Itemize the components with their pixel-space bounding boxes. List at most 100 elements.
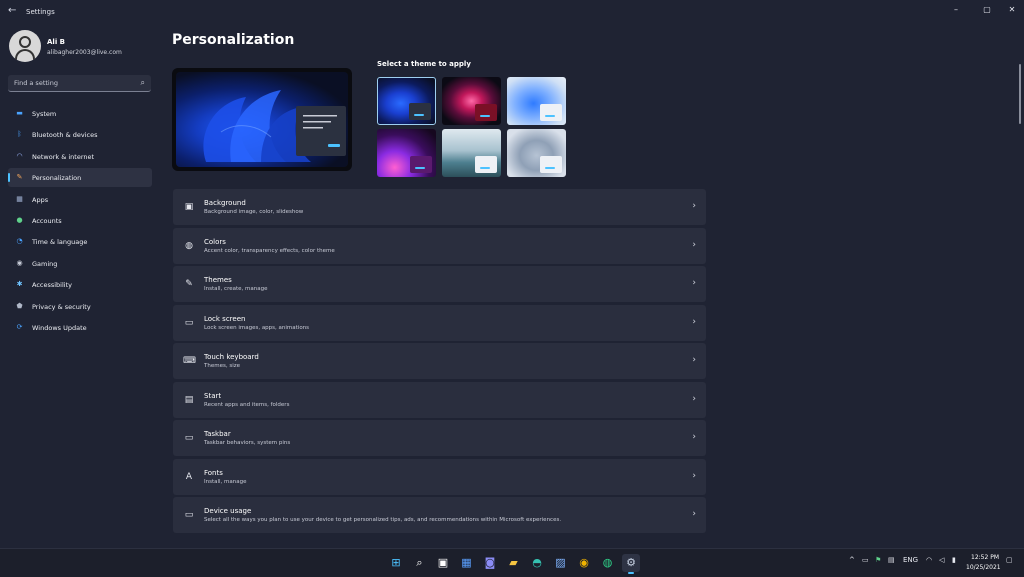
setting-row-lock-screen[interactable]: ▭ Lock screen Lock screen images, apps, an… — [173, 304, 706, 341]
theme-tile-captured-motion[interactable] — [377, 129, 436, 177]
tray-flag-icon[interactable]: ⚑ — [875, 556, 881, 564]
setting-subtitle: Select all the ways you plan to use your… — [204, 517, 562, 523]
preview-window-lines — [303, 115, 340, 147]
shield-icon: ⬟ — [16, 301, 23, 310]
clock-time[interactable]: 12:52 PM — [971, 554, 999, 561]
sidebar-item-personalization[interactable]: ✎ Personalization — [8, 168, 152, 188]
file-explorer-button[interactable]: ▰ — [505, 554, 523, 572]
sidebar-item-windows-update[interactable]: ⟳ Windows Update — [8, 318, 152, 337]
chevron-right-icon: › — [692, 355, 696, 365]
sidebar-item-network-internet[interactable]: ◠ Network & internet — [8, 147, 152, 166]
sidebar-nav: ▬ System ᛒ Bluetooth & devices ◠ Network & in… — [8, 104, 152, 339]
arrow-left-icon[interactable]: ← — [8, 5, 16, 16]
setting-subtitle: Themes, size — [204, 363, 240, 369]
wifi-icon[interactable]: ◠ — [926, 556, 932, 564]
theme-tile-flow[interactable] — [442, 129, 501, 177]
setting-subtitle: Background image, color, slideshow — [204, 209, 304, 215]
sidebar-item-privacy-security[interactable]: ⬟ Privacy & security — [8, 297, 152, 316]
setting-row-taskbar[interactable]: ▭ Taskbar Taskbar behaviors, system pins › — [173, 420, 706, 456]
sidebar-item-system[interactable]: ▬ System — [8, 104, 152, 123]
theme-mini-window — [540, 104, 562, 121]
sidebar-item-label: Apps — [32, 195, 49, 204]
page-title: Personalization — [172, 32, 295, 48]
setting-title: Fonts — [204, 468, 223, 477]
profile-email: alibagher2003@live.com — [47, 49, 122, 56]
sidebar-item-gaming[interactable]: ◉ Gaming — [8, 254, 152, 273]
theme-mini-window — [475, 156, 497, 173]
teams-chat-button[interactable]: ◙ — [481, 554, 499, 572]
setting-subtitle: Accent color, transparency effects, colo… — [204, 247, 335, 254]
theme-heading: Select a theme to apply — [377, 60, 471, 68]
window-title: Settings — [26, 8, 55, 16]
sidebar-item-apps[interactable]: ▦ Apps — [8, 190, 152, 209]
brush-icon: ✎ — [16, 173, 23, 182]
folder-icon: ▰ — [509, 556, 518, 569]
chevron-right-icon: › — [692, 509, 696, 519]
setting-row-colors[interactable]: ◍ Colors Accent color, transparency effect… — [173, 227, 706, 264]
widgets-icon: ▦ — [461, 556, 472, 569]
gear-icon: ⚙ — [626, 556, 636, 569]
theme-tile-windows-dark[interactable] — [377, 77, 436, 125]
sidebar-item-bluetooth-devices[interactable]: ᛒ Bluetooth & devices — [8, 125, 152, 144]
avatar[interactable] — [9, 30, 41, 62]
volume-icon[interactable]: ◁ — [939, 556, 944, 564]
settings-app-button[interactable]: ⚙ — [622, 554, 640, 574]
search-input[interactable] — [14, 78, 129, 88]
search-button[interactable]: ⌕ — [411, 554, 429, 572]
notifications-icon[interactable]: ▢ — [1006, 556, 1013, 564]
profile-name: Ali B — [47, 38, 65, 46]
setting-title: Background — [204, 199, 246, 207]
setting-row-start[interactable]: ▤ Start Recent apps and items, folders › — [173, 381, 706, 418]
search-box[interactable]: ⌕ — [8, 75, 151, 92]
photos-button[interactable]: ▨ — [552, 554, 570, 572]
language-indicator[interactable]: ENG — [903, 556, 918, 564]
sidebar-item-label: Network & internet — [32, 152, 95, 161]
minimize-button[interactable]: – — [948, 4, 964, 16]
chevron-right-icon: › — [692, 239, 696, 250]
theme-tile-sunrise[interactable] — [507, 129, 566, 177]
chrome-icon: ◉ — [579, 556, 589, 569]
widgets-button[interactable]: ▦ — [458, 554, 476, 572]
setting-row-themes[interactable]: ✎ Themes Install, create, manage › — [173, 266, 706, 302]
avatar-body — [15, 49, 35, 62]
theme-tile-glow[interactable] — [442, 77, 501, 125]
taskbar-icon: ▭ — [184, 433, 194, 443]
setting-row-background[interactable]: ▣ Background Background image, color, slid… — [173, 189, 706, 225]
sidebar-item-time-language[interactable]: ◔ Time & language — [8, 232, 152, 251]
theme-tile-windows-light[interactable] — [507, 77, 566, 125]
scrollbar[interactable] — [1019, 64, 1021, 124]
app-button[interactable]: ◍ — [599, 554, 617, 572]
theme-mini-window — [540, 156, 562, 173]
start-button[interactable]: ⊞ — [387, 554, 405, 572]
setting-row-touch-keyboard[interactable]: ⌨ Touch keyboard Themes, size › — [173, 343, 706, 379]
search-icon[interactable]: ⌕ — [141, 78, 145, 88]
sidebar-item-label: Gaming — [32, 259, 58, 268]
photos-icon: ▨ — [555, 556, 566, 569]
chevron-right-icon: › — [692, 432, 696, 442]
sidebar-item-accounts[interactable]: ● Accounts — [8, 211, 152, 230]
tray-network-icon[interactable]: ▤ — [888, 556, 895, 564]
tray-chevron-icon[interactable]: ^ — [849, 556, 855, 564]
edge-button[interactable]: ◓ — [528, 554, 546, 572]
setting-title: Lock screen — [204, 314, 246, 323]
maximize-button[interactable]: ▢ — [979, 4, 995, 16]
setting-title: Start — [204, 391, 222, 400]
battery-icon[interactable]: ▮ — [952, 556, 956, 564]
clock-date[interactable]: 10/25/2021 — [966, 564, 1001, 571]
close-button[interactable]: ✕ — [1004, 4, 1020, 16]
sidebar-item-label: Bluetooth & devices — [32, 131, 98, 140]
chevron-right-icon: › — [692, 278, 696, 288]
tray-display-icon[interactable]: ▭ — [862, 556, 869, 564]
chrome-button[interactable]: ◉ — [575, 554, 593, 572]
setting-row-fonts[interactable]: A Fonts Install, manage › — [173, 458, 706, 495]
globe-icon: ◍ — [602, 556, 613, 569]
globe-clock-icon: ◔ — [16, 237, 23, 246]
sidebar-item-accessibility[interactable]: ✱ Accessibility — [8, 275, 152, 294]
settings-list: ▣ Background Background image, color, slid… — [173, 189, 706, 536]
sidebar-item-label: System — [32, 110, 57, 118]
task-view-button[interactable]: ▣ — [434, 554, 452, 572]
preview-wallpaper — [176, 72, 348, 167]
setting-row-device-usage[interactable]: ▭ Device usage Select all the ways you pla… — [173, 497, 706, 533]
setting-title: Device usage — [204, 507, 252, 515]
device-usage-icon: ▭ — [184, 510, 194, 520]
